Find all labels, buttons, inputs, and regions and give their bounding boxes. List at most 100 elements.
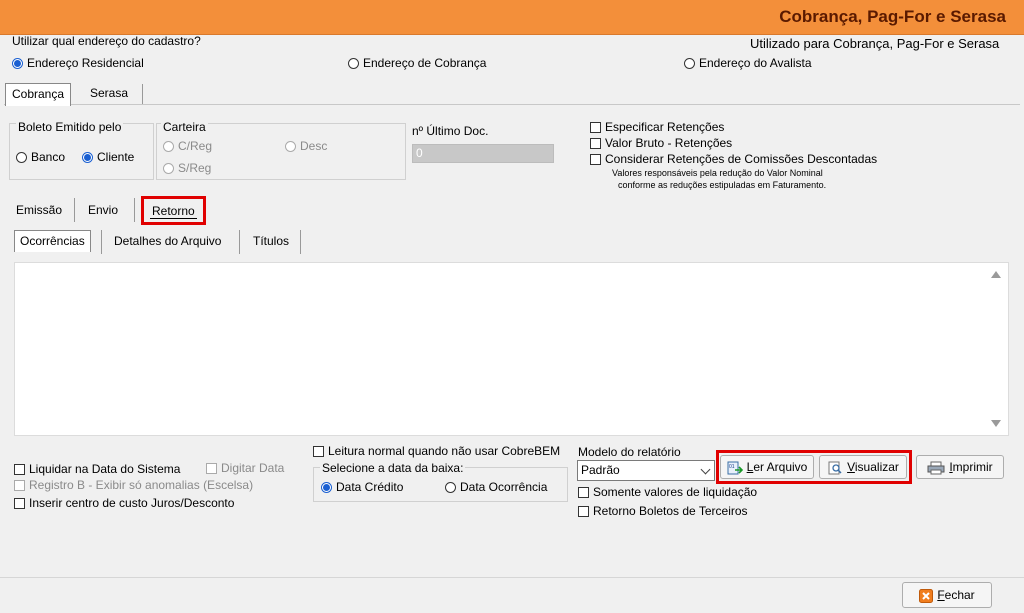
- check-liquidar-data-sistema[interactable]: Liquidar na Data do Sistema: [14, 462, 180, 476]
- relatorio-select[interactable]: Padrão: [577, 460, 715, 481]
- radio-sreg: S/Reg: [163, 161, 211, 175]
- baixa-label: Selecione a data da baixa:: [320, 461, 466, 475]
- retencoes-note-2: conforme as reduções estipuladas em Fatu…: [618, 180, 827, 190]
- radio-banco[interactable]: Banco: [16, 150, 65, 164]
- checkbox-label: Liquidar na Data do Sistema: [29, 462, 181, 476]
- check-retorno-terceiros[interactable]: Retorno Boletos de Terceiros: [578, 504, 748, 518]
- ultimo-doc-label: nº Último Doc.: [412, 124, 489, 138]
- radio-indicator: [12, 58, 23, 69]
- ocorrencias-panel[interactable]: [14, 262, 1009, 436]
- radio-indicator: [16, 152, 27, 163]
- radio-label: Banco: [31, 150, 66, 164]
- ultimo-doc-input: 0: [412, 144, 554, 163]
- radio-indicator: [684, 58, 695, 69]
- radio-label: Endereço Residencial: [27, 56, 144, 70]
- bottom-divider: [0, 577, 1024, 578]
- tab-separator: [142, 84, 143, 104]
- checkbox-indicator: [313, 446, 324, 457]
- tab-cobranca[interactable]: Cobrança: [5, 83, 72, 106]
- chevron-down-icon: [700, 464, 711, 475]
- radio-label: C/Reg: [178, 139, 213, 153]
- carteira-label: Carteira: [161, 120, 208, 134]
- radio-data-ocorrencia[interactable]: Data Ocorrência: [445, 480, 547, 494]
- check-especificar-retencoes[interactable]: Especificar Retenções: [590, 120, 724, 134]
- radio-indicator: [82, 152, 93, 163]
- relatorio-label: Modelo do relatório: [578, 445, 681, 459]
- checkbox-indicator: [590, 138, 601, 149]
- check-somente-liquidacao[interactable]: Somente valores de liquidação: [578, 485, 757, 499]
- window-title: Cobrança, Pag-For e Serasa: [779, 7, 1006, 26]
- select-value: Padrão: [581, 463, 620, 477]
- checkbox-label: Inserir centro de custo Juros/Desconto: [29, 496, 235, 510]
- checkbox-indicator: [206, 463, 217, 474]
- retencoes-note-1: Valores responsáveis pela redução do Val…: [612, 168, 823, 178]
- checkbox-label: Especificar Retenções: [605, 120, 725, 134]
- radio-desc: Desc: [285, 139, 327, 153]
- radio-label: Data Ocorrência: [460, 480, 548, 494]
- radio-label: Endereço do Avalista: [699, 56, 812, 70]
- button-label: echar: [944, 588, 975, 602]
- checkbox-label: Retorno Boletos de Terceiros: [593, 504, 748, 518]
- checkbox-indicator: [590, 122, 601, 133]
- check-registro-b: Registro B - Exibir só anomalias (Escels…: [14, 478, 253, 492]
- radio-label: Endereço de Cobrança: [363, 56, 487, 70]
- radio-indicator: [285, 141, 296, 152]
- check-considerar-retencoes[interactable]: Considerar Retenções de Comissões Descon…: [590, 152, 877, 166]
- radio-endereco-cobranca[interactable]: Endereço de Cobrança: [348, 56, 486, 70]
- checkbox-indicator: [578, 506, 589, 517]
- check-valor-bruto[interactable]: Valor Bruto - Retenções: [590, 136, 732, 150]
- radio-label: S/Reg: [178, 161, 212, 175]
- tab-separator: [134, 198, 135, 222]
- check-digitar-data: Digitar Data: [206, 461, 284, 475]
- tab-serasa[interactable]: Serasa: [84, 86, 134, 100]
- address-used-for: Utilizado para Cobrança, Pag-For e Seras…: [750, 36, 1000, 51]
- checkbox-indicator: [578, 487, 589, 498]
- checkbox-label: Digitar Data: [221, 461, 285, 475]
- check-leitura-normal[interactable]: Leitura normal quando não usar CobreBEM: [313, 444, 560, 458]
- scroll-up-arrow[interactable]: [991, 271, 1001, 278]
- imprimir-button[interactable]: Imprimir: [916, 455, 1004, 479]
- radio-label: Data Crédito: [336, 480, 404, 494]
- radio-indicator: [321, 482, 332, 493]
- radio-indicator: [445, 482, 456, 493]
- radio-cliente[interactable]: Cliente: [82, 150, 134, 164]
- tab-baseline: [4, 104, 1020, 105]
- radio-label: Cliente: [97, 150, 135, 164]
- tab-separator: [300, 230, 301, 254]
- boleto-label: Boleto Emitido pelo: [16, 120, 124, 134]
- fechar-button[interactable]: Fechar: [902, 582, 992, 608]
- checkbox-label: Registro B - Exibir só anomalias (Escels…: [29, 478, 254, 492]
- radio-endereco-residencial[interactable]: Endereço Residencial: [12, 56, 144, 70]
- checkbox-label: Leitura normal quando não usar CobreBEM: [328, 444, 561, 458]
- tab-separator: [74, 198, 75, 222]
- mnemonic: F: [937, 588, 945, 602]
- radio-label: Desc: [300, 139, 328, 153]
- tab-separator: [239, 230, 240, 254]
- highlight-buttons: [716, 450, 912, 484]
- tab-separator: [101, 230, 102, 254]
- scroll-down-arrow[interactable]: [991, 420, 1001, 427]
- tab-titulos[interactable]: Títulos: [253, 234, 289, 248]
- address-question: Utilizar qual endereço do cadastro?: [12, 34, 201, 48]
- radio-data-credito[interactable]: Data Crédito: [321, 480, 403, 494]
- check-centro-custo[interactable]: Inserir centro de custo Juros/Desconto: [14, 496, 234, 510]
- title-bar: Cobrança, Pag-For e Serasa: [0, 0, 1024, 35]
- tab-detalhes-arquivo[interactable]: Detalhes do Arquivo: [114, 234, 221, 248]
- radio-indicator: [163, 141, 174, 152]
- highlight-retorno: [141, 196, 206, 225]
- checkbox-indicator: [14, 480, 25, 491]
- printer-icon: [927, 461, 945, 475]
- checkbox-label: Considerar Retenções de Comissões Descon…: [605, 152, 878, 166]
- checkbox-indicator: [14, 464, 25, 475]
- radio-indicator: [163, 163, 174, 174]
- tab-emissao[interactable]: Emissão: [16, 203, 62, 217]
- checkbox-label: Valor Bruto - Retenções: [605, 136, 733, 150]
- tab-ocorrencias[interactable]: Ocorrências: [14, 230, 91, 252]
- checkbox-label: Somente valores de liquidação: [593, 485, 758, 499]
- checkbox-indicator: [590, 154, 601, 165]
- radio-endereco-avalista[interactable]: Endereço do Avalista: [684, 56, 812, 70]
- checkbox-indicator: [14, 498, 25, 509]
- tab-envio[interactable]: Envio: [88, 203, 118, 217]
- radio-creg: C/Reg: [163, 139, 212, 153]
- close-icon: [919, 588, 934, 603]
